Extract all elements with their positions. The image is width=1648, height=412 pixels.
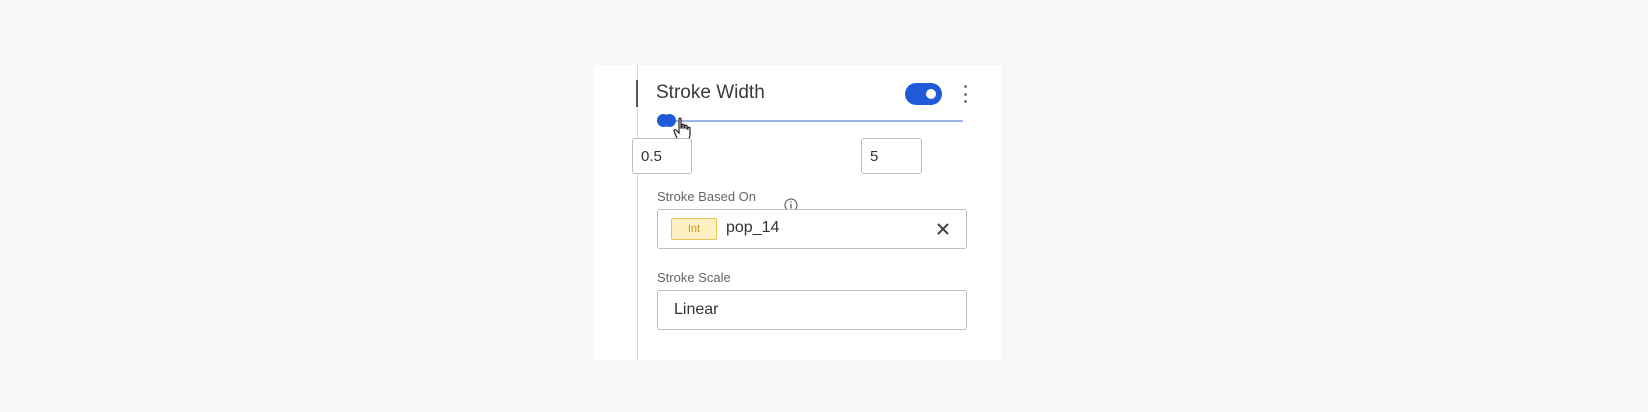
selected-field-name: pop_14 [726, 219, 780, 236]
more-options-icon[interactable] [962, 85, 968, 103]
slider-handle-max[interactable] [663, 114, 677, 127]
close-icon[interactable] [936, 222, 950, 236]
range-min-input[interactable] [632, 138, 692, 174]
section-title: Stroke Width [656, 82, 765, 103]
layer-config-panel: Stroke Width Stroke Based On Int pop_14 … [594, 65, 1001, 360]
slider-track [657, 120, 963, 122]
stroke-scale-select[interactable]: Linear [657, 290, 967, 330]
stroke-width-range-slider[interactable] [657, 111, 963, 131]
stroke-field-selector[interactable]: Int pop_14 [657, 209, 967, 249]
active-indicator [636, 80, 638, 107]
toggle-knob [926, 89, 936, 99]
panel-divider [637, 65, 638, 360]
stroke-scale-label: Stroke Scale [657, 270, 731, 285]
stroke-based-on-label: Stroke Based On [657, 189, 756, 204]
field-type-badge: Int [671, 218, 717, 240]
stroke-width-toggle[interactable] [905, 83, 942, 105]
range-max-input[interactable] [861, 138, 922, 174]
stroke-scale-value: Linear [674, 301, 719, 318]
